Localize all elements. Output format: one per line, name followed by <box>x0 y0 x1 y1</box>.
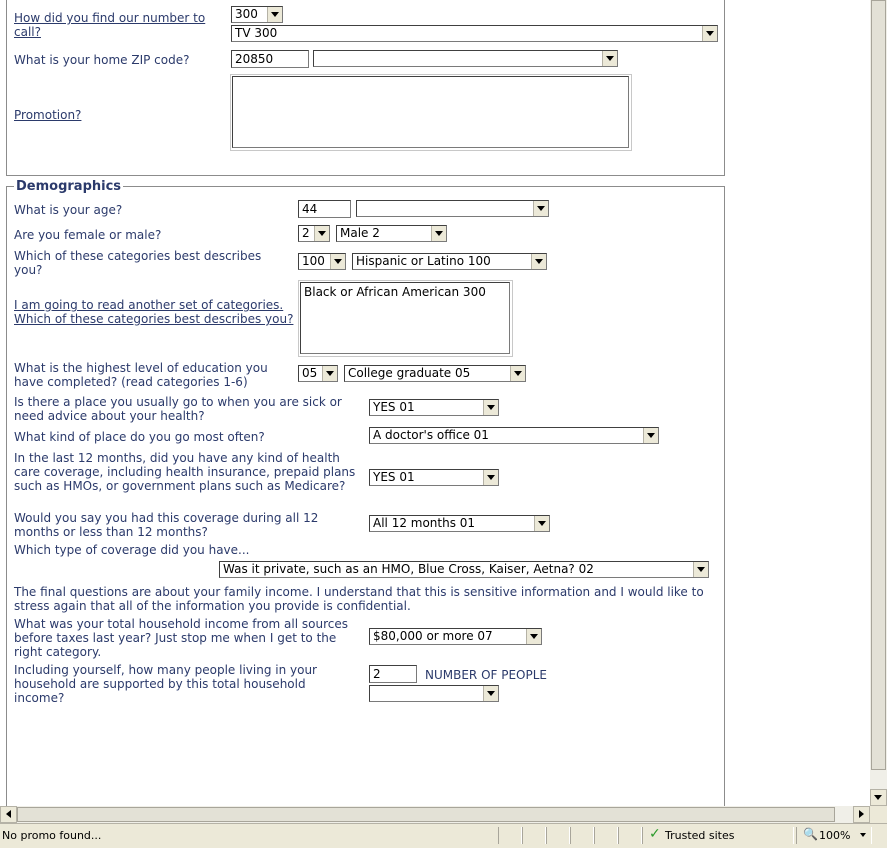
chevron-down-icon[interactable] <box>510 366 525 381</box>
sex-code-select[interactable]: 2 <box>298 225 330 242</box>
age-input[interactable]: 44 <box>298 200 351 218</box>
coverage-label: In the last 12 months, did you have any … <box>14 451 356 493</box>
zone-label: Trusted sites <box>665 829 735 842</box>
race2-label[interactable]: I am going to read another set of catego… <box>14 298 294 326</box>
household-label: Including yourself, how many people livi… <box>14 663 317 705</box>
chevron-down-icon[interactable] <box>431 226 446 241</box>
chevron-down-icon[interactable] <box>534 516 549 531</box>
arrow-right-icon <box>859 810 864 818</box>
education-select[interactable]: College graduate 05 <box>344 365 526 382</box>
race2-listbox[interactable]: Black or African American 300 <box>300 282 510 354</box>
vertical-scroll-thumb[interactable] <box>871 0 886 770</box>
chevron-down-icon[interactable] <box>314 226 329 241</box>
income-intro-text: The final questions are about your famil… <box>14 585 704 613</box>
coverage-select[interactable]: YES 01 <box>369 469 499 486</box>
chevron-down-icon[interactable] <box>267 7 282 22</box>
demographics-legend: Demographics <box>14 179 124 194</box>
promotion-textarea[interactable] <box>232 76 629 148</box>
demo-fieldset-right <box>724 186 725 806</box>
household-unit-label: NUMBER OF PEOPLE <box>425 668 548 682</box>
zip-select[interactable] <box>313 50 618 67</box>
zoom-segment[interactable]: 🔍 100% <box>796 827 872 844</box>
sex-label: Are you female or male? <box>14 228 162 242</box>
find-number-select[interactable]: TV 300 <box>231 25 718 42</box>
status-message: No promo found... <box>2 829 102 842</box>
education-label: What is the highest level of education y… <box>14 361 268 389</box>
demo-fieldset-left <box>6 186 7 806</box>
status-segment <box>618 827 642 844</box>
education-code-select[interactable]: 05 <box>298 365 338 382</box>
chevron-down-icon[interactable] <box>702 26 717 41</box>
horizontal-scroll-thumb[interactable] <box>17 807 835 822</box>
scroll-right-button[interactable] <box>853 806 870 823</box>
usual-place-select[interactable]: YES 01 <box>369 399 499 416</box>
arrow-left-icon <box>6 810 11 818</box>
coverage-type-label: Which type of coverage did you have... <box>14 543 250 557</box>
place-kind-label: What kind of place do you go most often? <box>14 430 265 444</box>
age-select[interactable] <box>356 200 549 217</box>
arrow-down-icon <box>874 795 882 800</box>
status-segment <box>498 827 522 844</box>
zoom-level: 100% <box>819 829 851 842</box>
coverage-months-select[interactable]: All 12 months 01 <box>369 515 550 532</box>
chevron-down-icon[interactable] <box>526 629 541 644</box>
horizontal-scrollbar[interactable] <box>0 806 870 823</box>
sex-select[interactable]: Male 2 <box>336 225 447 242</box>
chevron-down-icon[interactable] <box>483 400 498 415</box>
chevron-down-icon[interactable] <box>602 51 617 66</box>
chevron-down-icon[interactable] <box>533 201 548 216</box>
age-label: What is your age? <box>14 203 123 217</box>
chevron-down-icon[interactable] <box>322 366 337 381</box>
usual-place-label: Is there a place you usually go to when … <box>14 395 342 423</box>
income-select[interactable]: $80,000 or more 07 <box>369 628 542 645</box>
scrollbar-corner <box>870 806 887 823</box>
chevron-down-icon[interactable] <box>483 686 498 701</box>
chevron-down-icon[interactable] <box>860 833 866 837</box>
find-number-code-select[interactable]: 300 <box>231 6 283 23</box>
household-count-input[interactable]: 2 <box>369 665 417 683</box>
household-select[interactable] <box>369 685 499 702</box>
chevron-down-icon[interactable] <box>531 254 546 269</box>
status-segment <box>570 827 594 844</box>
race-select[interactable]: Hispanic or Latino 100 <box>352 253 547 270</box>
chevron-down-icon[interactable] <box>643 428 658 443</box>
race-label: Which of these categories best describes… <box>14 249 262 277</box>
check-icon: ✓ <box>649 826 661 842</box>
chevron-down-icon[interactable] <box>330 254 345 269</box>
race-code-select[interactable]: 100 <box>298 253 346 270</box>
scroll-left-button[interactable] <box>0 806 17 823</box>
chevron-down-icon[interactable] <box>483 470 498 485</box>
magnifier-icon: 🔍 <box>803 827 818 841</box>
zone-segment[interactable]: ✓ Trusted sites <box>642 826 794 844</box>
status-segment <box>594 827 618 844</box>
top-fieldset-right <box>724 0 725 176</box>
chevron-down-icon[interactable] <box>693 562 708 577</box>
status-segment <box>546 827 570 844</box>
status-segment <box>522 827 546 844</box>
coverage-months-label: Would you say you had this coverage duri… <box>14 511 319 539</box>
zip-label: What is your home ZIP code? <box>14 53 190 67</box>
status-bar: No promo found... ✓ Trusted sites 🔍 100% <box>0 823 887 848</box>
top-fieldset-bottom <box>6 175 725 176</box>
scroll-down-button[interactable] <box>870 789 887 806</box>
coverage-type-select[interactable]: Was it private, such as an HMO, Blue Cro… <box>219 561 709 578</box>
place-kind-select[interactable]: A doctor's office 01 <box>369 427 659 444</box>
top-fieldset-left <box>6 0 7 176</box>
find-number-label[interactable]: How did you find our number to call? <box>14 11 224 39</box>
promotion-label[interactable]: Promotion? <box>14 108 81 122</box>
income-label: What was your total household income fro… <box>14 617 348 659</box>
vertical-scrollbar[interactable] <box>870 0 887 806</box>
zip-input[interactable]: 20850 <box>231 50 309 68</box>
